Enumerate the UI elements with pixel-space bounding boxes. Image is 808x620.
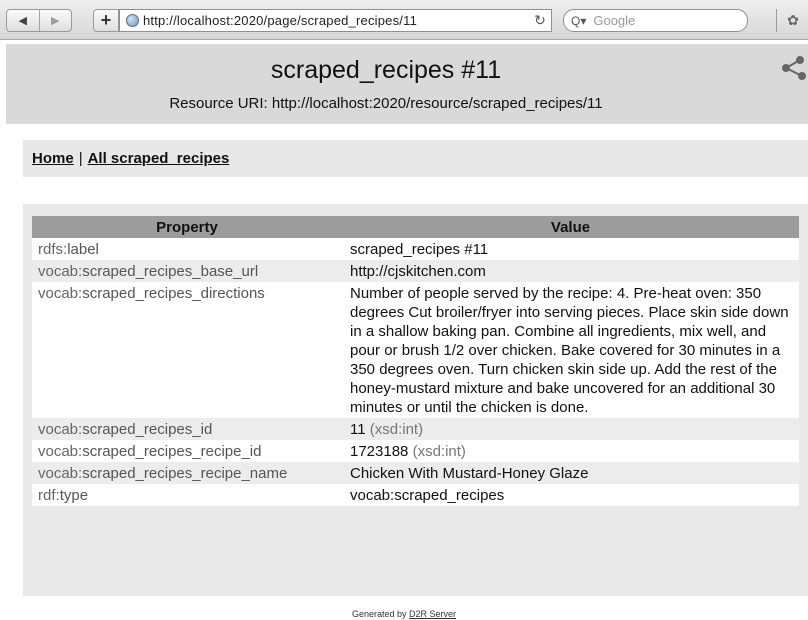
home-link[interactable]: Home [32, 150, 74, 167]
datatype-label[interactable]: (xsd:int) [413, 443, 466, 460]
property-cell: vocab:scraped_recipes_directions [32, 282, 342, 418]
table-row: vocab:scraped_recipes_id 11 (xsd:int) [32, 418, 799, 440]
value-link[interactable]: vocab:scraped_recipes [350, 487, 504, 504]
value-text: Chicken With Mustard-Honey Glaze [350, 465, 589, 482]
globe-icon [126, 14, 139, 27]
property-name[interactable]: label [67, 241, 99, 258]
forward-arrow-icon[interactable]: ▶ [38, 10, 72, 31]
value-cell: Chicken With Mustard-Honey Glaze [342, 462, 799, 484]
table-row: vocab:scraped_recipes_recipe_id 1723188 … [32, 440, 799, 462]
property-column-header: Property [32, 216, 342, 238]
value-text: scraped_recipes #11 [350, 241, 489, 258]
value-cell: 1723188 (xsd:int) [342, 440, 799, 462]
table-row: rdfs:label scraped_recipes #11 [32, 238, 799, 260]
table-row: vocab:scraped_recipes_recipe_name Chicke… [32, 462, 799, 484]
property-prefix[interactable]: vocab: [38, 465, 82, 482]
property-name[interactable]: scraped_recipes_recipe_id [82, 443, 261, 460]
resource-uri: Resource URI: http://localhost:2020/reso… [169, 95, 603, 112]
datatype-label[interactable]: (xsd:int) [370, 421, 423, 438]
property-cell: vocab:scraped_recipes_id [32, 418, 342, 440]
property-prefix[interactable]: rdf: [38, 487, 60, 504]
browser-toolbar: ◀ ▶ + http://localhost:2020/page/scraped… [0, 0, 808, 40]
value-cell: vocab:scraped_recipes [342, 484, 799, 506]
reload-icon[interactable]: ↻ [529, 12, 551, 29]
property-prefix[interactable]: rdfs: [38, 241, 67, 258]
property-prefix[interactable]: vocab: [38, 443, 82, 460]
value-text: 11 [350, 421, 366, 438]
rdf-share-icon[interactable] [780, 54, 808, 82]
property-name[interactable]: type [60, 487, 88, 504]
value-text: 1723188 [350, 443, 409, 460]
property-name[interactable]: scraped_recipes_id [82, 421, 212, 438]
property-cell: vocab:scraped_recipes_recipe_name [32, 462, 342, 484]
navigation-buttons: ◀ ▶ [6, 9, 72, 32]
search-icon[interactable]: Q▾ [571, 14, 586, 28]
address-bar[interactable]: http://localhost:2020/page/scraped_recip… [119, 9, 552, 32]
property-name[interactable]: scraped_recipes_base_url [82, 263, 258, 280]
breadcrumb-separator: | [78, 150, 83, 167]
property-name[interactable]: scraped_recipes_directions [82, 285, 265, 302]
value-text: Number of people served by the recipe: 4… [350, 285, 789, 416]
table-row: vocab:scraped_recipes_base_url http://cj… [32, 260, 799, 282]
table-row: vocab:scraped_recipes_directions Number … [32, 282, 799, 418]
all-scraped-recipes-link[interactable]: All scraped_recipes [88, 150, 230, 167]
table-header-row: Property Value [32, 216, 799, 238]
value-text: http://cjskitchen.com [350, 263, 486, 280]
url-text[interactable]: http://localhost:2020/page/scraped_recip… [143, 13, 529, 28]
footer-text: Generated by [351, 609, 407, 619]
search-input[interactable] [591, 12, 726, 29]
back-arrow-icon[interactable]: ◀ [7, 10, 39, 31]
property-cell: vocab:scraped_recipes_base_url [32, 260, 342, 282]
d2r-server-link[interactable]: D2R Server [409, 609, 456, 619]
search-box[interactable]: Q▾ [563, 9, 748, 32]
property-prefix[interactable]: vocab: [38, 421, 82, 438]
gear-icon[interactable]: ✿ [776, 9, 808, 32]
add-bookmark-button[interactable]: + [93, 9, 119, 32]
table-row: rdf:type vocab:scraped_recipes [32, 484, 799, 506]
page-title: scraped_recipes #11 [270, 56, 502, 84]
page-header: scraped_recipes #11 Resource URI: http:/… [6, 44, 808, 124]
property-cell: rdfs:label [32, 238, 342, 260]
value-cell: Number of people served by the recipe: 4… [342, 282, 799, 418]
property-cell: rdf:type [32, 484, 342, 506]
value-cell: scraped_recipes #11 [342, 238, 799, 260]
value-cell: http://cjskitchen.com [342, 260, 799, 282]
property-table: Property Value rdfs:label scraped_recipe… [32, 216, 799, 506]
footer: Generated by D2R Server [0, 609, 808, 619]
property-prefix[interactable]: vocab: [38, 285, 82, 302]
property-name[interactable]: scraped_recipes_recipe_name [82, 465, 287, 482]
property-prefix[interactable]: vocab: [38, 263, 82, 280]
property-cell: vocab:scraped_recipes_recipe_id [32, 440, 342, 462]
breadcrumb: Home | All scraped_recipes [23, 140, 808, 177]
value-cell: 11 (xsd:int) [342, 418, 799, 440]
value-column-header: Value [342, 216, 799, 238]
property-table-container: Property Value rdfs:label scraped_recipe… [23, 204, 808, 596]
